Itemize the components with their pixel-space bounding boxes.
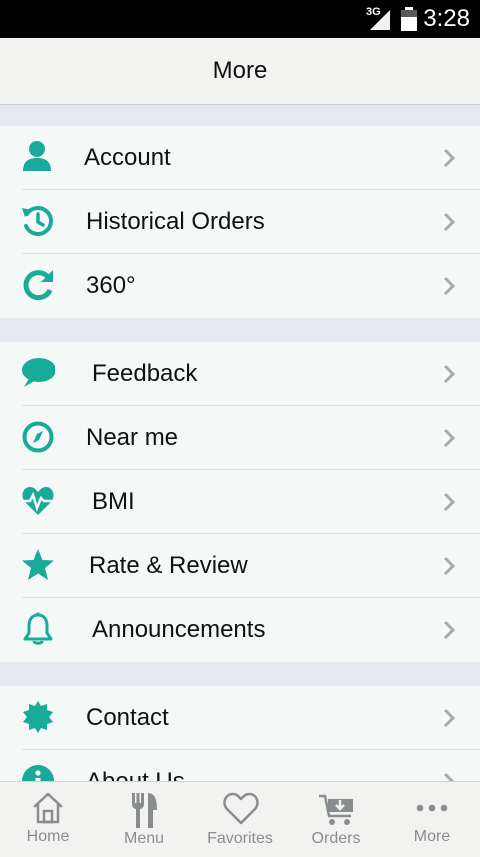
info-icon: [22, 765, 54, 781]
list-item-contact[interactable]: Contact: [0, 686, 480, 750]
chevron-right-icon: [443, 428, 456, 448]
list-item-label: BMI: [92, 488, 135, 515]
person-icon: [23, 141, 51, 171]
tab-bar: Home Menu Favorites Orders More: [0, 781, 480, 857]
tab-home[interactable]: Home: [0, 782, 96, 857]
tab-more[interactable]: More: [384, 782, 480, 857]
list-item-label: Contact: [86, 704, 169, 731]
status-bar: 3G 3:28: [0, 0, 480, 38]
home-icon: [33, 792, 63, 824]
list-item-rate-review[interactable]: Rate & Review: [0, 534, 480, 598]
heartbeat-icon: [22, 487, 54, 515]
star-icon: [22, 549, 54, 580]
chevron-right-icon: [443, 556, 456, 576]
refresh-icon: [23, 270, 53, 301]
tab-favorites[interactable]: Favorites: [192, 782, 288, 857]
more-dots-icon: [416, 804, 448, 812]
list-item-label: Rate & Review: [89, 552, 248, 579]
page-title: More: [212, 57, 268, 84]
chevron-right-icon: [443, 708, 456, 728]
tab-orders[interactable]: Orders: [288, 782, 384, 857]
cart-icon: [319, 794, 353, 825]
chevron-right-icon: [443, 148, 456, 168]
group-info: Contact About Us: [0, 686, 480, 781]
chevron-right-icon: [443, 212, 456, 232]
settings-list[interactable]: Account Historical Orders 360° Feedback …: [0, 105, 480, 781]
chevron-right-icon: [443, 492, 456, 512]
heart-icon: [223, 792, 259, 825]
list-item-announcements[interactable]: Announcements: [0, 598, 480, 662]
list-item-account[interactable]: Account: [0, 126, 480, 190]
list-item-about-us[interactable]: About Us: [0, 750, 480, 781]
list-item-label: About Us: [86, 768, 185, 781]
chat-bubble-icon: [22, 358, 55, 387]
list-item-label: Announcements: [92, 616, 266, 643]
tab-label: Menu: [123, 830, 165, 847]
tab-label: Favorites: [207, 830, 273, 847]
list-item-360[interactable]: 360°: [0, 254, 480, 318]
tab-label: More: [413, 828, 451, 845]
list-item-label: Feedback: [92, 360, 198, 387]
clock: 3:28: [423, 5, 470, 32]
chevron-right-icon: [443, 620, 456, 640]
fork-knife-icon: [132, 793, 157, 828]
chevron-right-icon: [443, 772, 455, 781]
list-item-label: Near me: [86, 424, 179, 451]
nav-header: More: [0, 38, 480, 105]
list-item-label: 360°: [86, 272, 136, 299]
badge-icon: [23, 701, 53, 733]
compass-icon: [22, 421, 54, 453]
list-item-feedback[interactable]: Feedback: [0, 342, 480, 406]
chevron-right-icon: [443, 364, 456, 384]
list-item-bmi[interactable]: BMI: [0, 470, 480, 534]
list-item-historical-orders[interactable]: Historical Orders: [0, 190, 480, 254]
group-community: Feedback Near me BMI Rate & Review Annou…: [0, 342, 480, 662]
list-item-label: Historical Orders: [86, 208, 265, 235]
list-item-near-me[interactable]: Near me: [0, 406, 480, 470]
signal-icon: [370, 10, 390, 30]
history-icon: [22, 206, 53, 236]
group-account: Account Historical Orders 360°: [0, 126, 480, 318]
tab-menu[interactable]: Menu: [96, 782, 192, 857]
tab-label: Home: [26, 828, 70, 845]
bell-icon: [23, 612, 53, 645]
tab-label: Orders: [311, 830, 361, 847]
list-item-label: Account: [84, 144, 171, 171]
chevron-right-icon: [443, 276, 456, 296]
battery-icon: [401, 7, 417, 31]
